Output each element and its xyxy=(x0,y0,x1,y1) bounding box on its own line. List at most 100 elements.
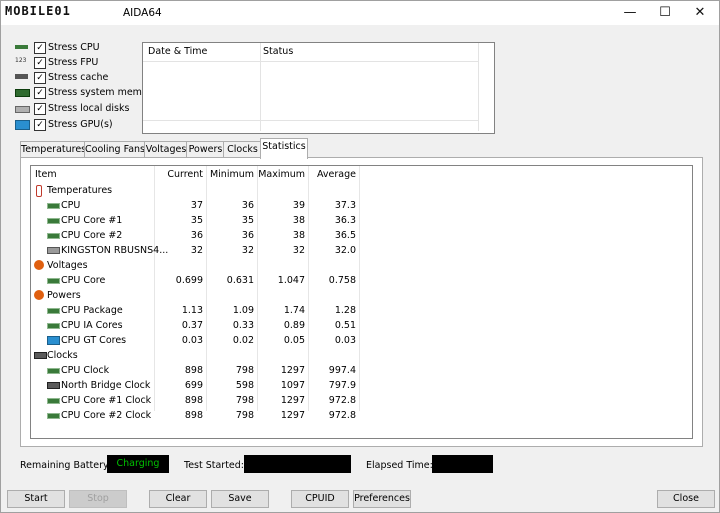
motherboard-icon xyxy=(47,382,60,389)
tab-powers[interactable]: Powers xyxy=(186,141,225,158)
battery-label: Remaining Battery: xyxy=(20,460,112,471)
item-name: CPU Core #2 xyxy=(61,230,123,241)
stress-memory-checkbox[interactable]: ✓ xyxy=(34,87,46,99)
item-name: CPU Core xyxy=(61,275,106,286)
value-maximum: 1297 xyxy=(280,365,305,376)
statistics-panel: Item Current Minimum Maximum Average Tem… xyxy=(20,157,703,447)
stress-disks-checkbox[interactable]: ✓ xyxy=(34,103,46,115)
value-average: 36.3 xyxy=(334,215,356,226)
table-row[interactable]: CPU Core #2 36 36 38 36.5 xyxy=(31,228,692,243)
log-header-datetime[interactable]: Date & Time xyxy=(148,46,207,57)
value-average: 997.4 xyxy=(328,365,356,376)
value-minimum: 35 xyxy=(241,215,254,226)
tab-cooling-fans[interactable]: Cooling Fans xyxy=(84,141,146,158)
battery-status-value: Charging xyxy=(107,455,169,473)
log-column-separator xyxy=(478,43,479,131)
header-minimum[interactable]: Minimum xyxy=(206,169,254,180)
table-row[interactable]: CPU Core #1 35 35 38 36.3 xyxy=(31,213,692,228)
stop-button[interactable]: Stop xyxy=(69,490,127,508)
stress-option-memory[interactable]: ✓ Stress system memory xyxy=(15,86,157,101)
item-name: CPU xyxy=(61,200,81,211)
window-title: AIDA64 xyxy=(123,7,162,19)
bolt-icon xyxy=(34,290,44,300)
table-row[interactable]: CPU Core 0.699 0.631 1.047 0.758 xyxy=(31,273,692,288)
group-label: Powers xyxy=(47,290,81,301)
tab-voltages[interactable]: Voltages xyxy=(144,141,188,158)
value-maximum: 39 xyxy=(292,200,305,211)
stress-cpu-checkbox[interactable]: ✓ xyxy=(34,42,46,54)
value-maximum: 1297 xyxy=(280,395,305,406)
cpuid-button[interactable]: CPUID xyxy=(291,490,349,508)
close-window-button[interactable]: ✕ xyxy=(683,1,717,25)
value-current: 898 xyxy=(184,365,203,376)
maximize-button[interactable]: ☐ xyxy=(648,1,682,25)
tab-temperatures[interactable]: Temperatures xyxy=(20,141,86,158)
clear-button[interactable]: Clear xyxy=(149,490,207,508)
start-button[interactable]: Start xyxy=(7,490,65,508)
stress-option-gpu[interactable]: ✓ Stress GPU(s) xyxy=(15,118,145,133)
statistics-table[interactable]: Item Current Minimum Maximum Average Tem… xyxy=(30,165,693,439)
close-button[interactable]: Close xyxy=(657,490,715,508)
value-minimum: 0.631 xyxy=(226,275,254,286)
table-row[interactable]: CPU 37 36 39 37.3 xyxy=(31,198,692,213)
stress-option-fpu[interactable]: 123 ✓ Stress FPU xyxy=(15,56,145,71)
table-row[interactable]: CPU Clock 898 798 1297 997.4 xyxy=(31,363,692,378)
group-label: Temperatures xyxy=(47,185,113,196)
value-average: 0.03 xyxy=(334,335,356,346)
group-row-powers[interactable]: Powers xyxy=(31,288,692,303)
group-row-clocks[interactable]: Clocks xyxy=(31,348,692,363)
value-average: 797.9 xyxy=(328,380,356,391)
stress-fpu-checkbox[interactable]: ✓ xyxy=(34,57,46,69)
bolt-icon xyxy=(34,260,44,270)
aida64-window: MOBILE01 AIDA64 — ☐ ✕ ✓ Stress CPU 123 ✓… xyxy=(0,0,720,513)
header-average[interactable]: Average xyxy=(308,169,356,180)
header-current[interactable]: Current xyxy=(154,169,203,180)
stress-option-cache[interactable]: ✓ Stress cache xyxy=(15,71,145,86)
tab-clocks[interactable]: Clocks xyxy=(223,141,262,158)
item-name: CPU GT Cores xyxy=(61,335,127,346)
preferences-button[interactable]: Preferences xyxy=(353,490,411,508)
stress-option-cpu[interactable]: ✓ Stress CPU xyxy=(15,41,145,56)
value-minimum: 598 xyxy=(235,380,254,391)
watermark-logo: MOBILE01 xyxy=(5,4,71,18)
test-started-label: Test Started: xyxy=(184,460,245,471)
cpu-chip-icon xyxy=(47,413,60,419)
table-row[interactable]: CPU GT Cores 0.03 0.02 0.05 0.03 xyxy=(31,333,692,348)
stress-option-label: Stress cache xyxy=(48,72,109,83)
item-name: CPU Clock xyxy=(61,365,110,376)
value-current: 699 xyxy=(184,380,203,391)
log-header-status[interactable]: Status xyxy=(263,46,293,57)
table-row[interactable]: KINGSTON RBUSNS4... 32 32 32 32.0 xyxy=(31,243,692,258)
header-item[interactable]: Item xyxy=(35,169,57,180)
value-maximum: 1.047 xyxy=(277,275,305,286)
group-row-temperatures[interactable]: Temperatures xyxy=(31,183,692,198)
event-log[interactable]: Date & Time Status xyxy=(142,42,495,134)
stress-gpu-checkbox[interactable]: ✓ xyxy=(34,119,46,131)
value-average: 1.28 xyxy=(334,305,356,316)
value-average: 972.8 xyxy=(328,395,356,406)
value-average: 36.5 xyxy=(334,230,356,241)
value-average: 37.3 xyxy=(334,200,356,211)
tab-statistics[interactable]: Statistics xyxy=(260,138,308,159)
minimize-button[interactable]: — xyxy=(613,1,647,25)
value-current: 37 xyxy=(190,200,203,211)
stress-option-label: Stress CPU xyxy=(48,42,100,53)
memory-icon xyxy=(15,89,30,97)
table-row[interactable]: CPU Core #2 Clock 898 798 1297 972.8 xyxy=(31,408,692,423)
group-row-voltages[interactable]: Voltages xyxy=(31,258,692,273)
table-row[interactable]: CPU IA Cores 0.37 0.33 0.89 0.51 xyxy=(31,318,692,333)
value-current: 36 xyxy=(190,230,203,241)
header-maximum[interactable]: Maximum xyxy=(257,169,305,180)
value-average: 972.8 xyxy=(328,410,356,421)
save-button[interactable]: Save xyxy=(211,490,269,508)
table-row[interactable]: North Bridge Clock 699 598 1097 797.9 xyxy=(31,378,692,393)
cpu-chip-icon xyxy=(47,323,60,329)
value-current: 898 xyxy=(184,410,203,421)
value-minimum: 36 xyxy=(241,230,254,241)
table-row[interactable]: CPU Core #1 Clock 898 798 1297 972.8 xyxy=(31,393,692,408)
fpu-icon: 123 xyxy=(15,57,27,64)
table-row[interactable]: CPU Package 1.13 1.09 1.74 1.28 xyxy=(31,303,692,318)
stress-option-disks[interactable]: ✓ Stress local disks xyxy=(15,102,145,117)
item-name: CPU IA Cores xyxy=(61,320,123,331)
stress-cache-checkbox[interactable]: ✓ xyxy=(34,72,46,84)
